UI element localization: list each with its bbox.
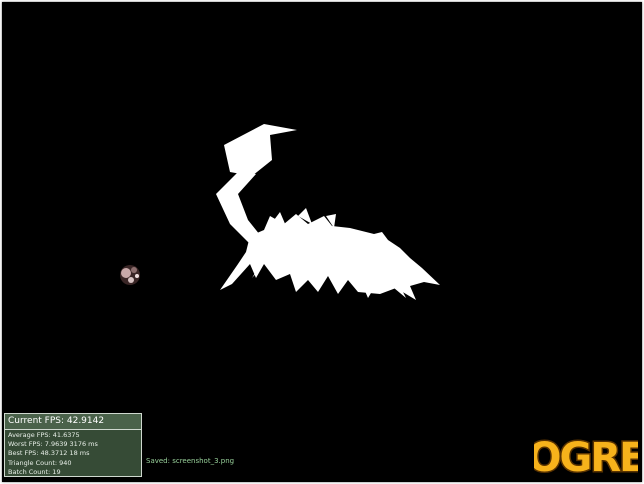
- batch-count-label: Batch Count: 19: [8, 467, 61, 476]
- scorpion-silhouette: [216, 124, 440, 300]
- scene-viewport: [120, 124, 440, 300]
- ogre-logo: OGRE: [534, 434, 638, 479]
- current-fps-label: Current FPS: 42.9142: [5, 414, 141, 430]
- fps-stats-panel: Current FPS: 42.9142 Average FPS: 41.637…: [4, 413, 142, 477]
- distant-creature: [120, 265, 140, 285]
- best-fps-label: Best FPS: 48.3712 18 ms: [8, 449, 90, 458]
- saved-screenshot-message: Saved: screenshot_3.png: [146, 457, 235, 465]
- triangle-count-label: Triangle Count: 940: [8, 458, 72, 467]
- worst-fps-label: Worst FPS: 7.9639 3176 ms: [8, 440, 98, 449]
- render-window[interactable]: Current FPS: 42.9142 Average FPS: 41.637…: [2, 2, 642, 482]
- ogre-logo-text: OGRE: [534, 435, 638, 478]
- stats-list: Average FPS: 41.6375 Worst FPS: 7.9639 3…: [5, 430, 141, 477]
- average-fps-label: Average FPS: 41.6375: [8, 431, 80, 439]
